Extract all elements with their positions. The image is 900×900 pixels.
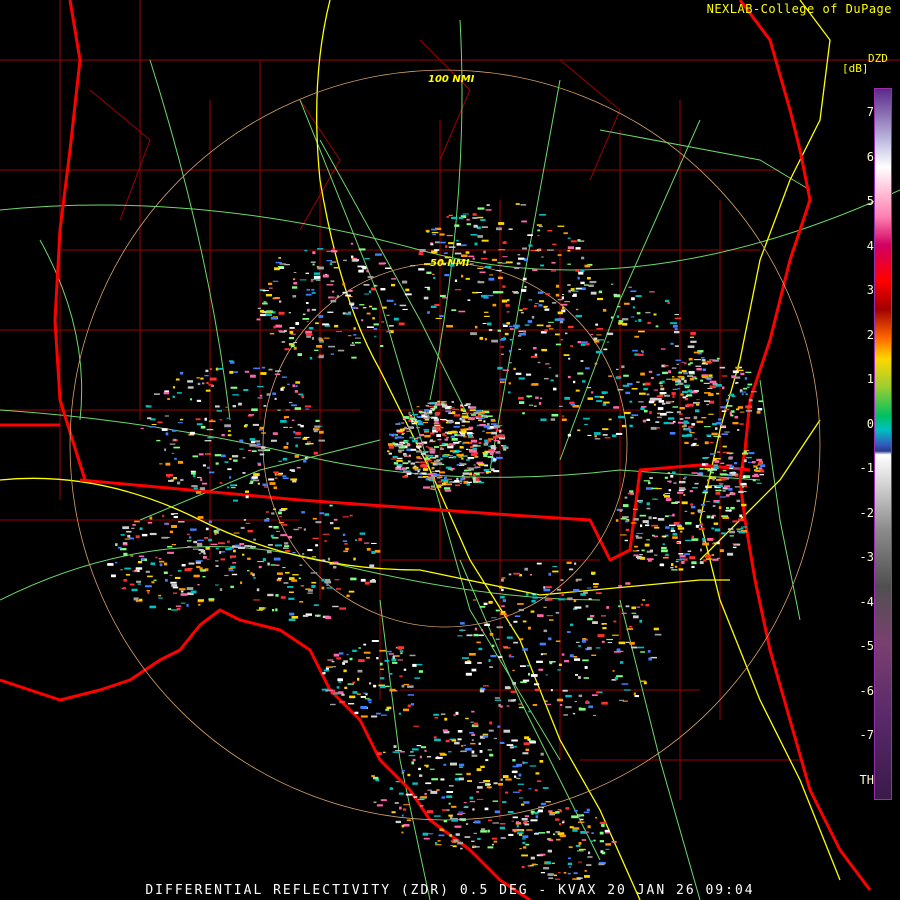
legend-unit: [dB] — [842, 62, 869, 75]
legend-tick: TH — [859, 772, 874, 787]
legend-tick: 2 — [866, 327, 874, 342]
radar-map: 100 NMI 50 NMI — [0, 0, 900, 900]
legend-color-bar — [874, 88, 892, 800]
legend-tick: 3 — [866, 283, 874, 297]
legend-tick: -5 — [859, 639, 874, 653]
legend-tick: -4 — [859, 594, 874, 609]
legend-tick: 5 — [866, 194, 874, 208]
product-footer: DIFFERENTIAL REFLECTIVITY (ZDR) 0.5 DEG … — [145, 883, 755, 898]
legend-tick: -3 — [859, 550, 874, 564]
legend-tick: 6 — [866, 149, 874, 164]
legend-tick: 4 — [866, 238, 874, 253]
legend-tick: -1 — [859, 461, 874, 475]
legend-tick: -7 — [859, 728, 874, 742]
legend-tick: 0 — [866, 416, 874, 431]
legend-tick: 1 — [866, 372, 874, 386]
legend-product: DZD — [868, 52, 888, 65]
credit-label: NEXLAB-College of DuPage — [706, 2, 892, 16]
range-label-100: 100 NMI — [428, 74, 475, 85]
legend-tick: -6 — [859, 683, 874, 698]
legend-tick: -2 — [859, 505, 874, 520]
range-label-50: 50 NMI — [430, 258, 470, 269]
legend-tick: 7 — [866, 105, 874, 119]
